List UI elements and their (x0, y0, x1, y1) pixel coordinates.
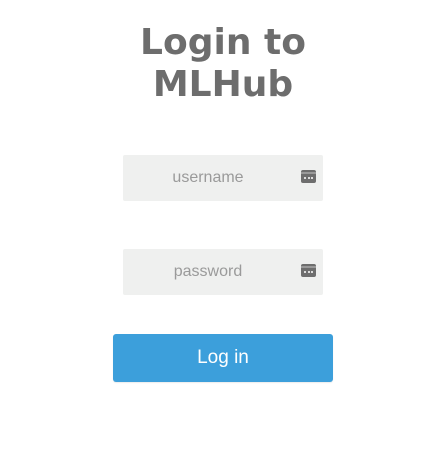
page-title: Login to MLHub (0, 22, 432, 106)
username-field-container (123, 155, 323, 201)
login-button[interactable]: Log in (113, 334, 333, 382)
page-title-line-2: MLHub (152, 64, 294, 105)
password-input[interactable] (123, 249, 323, 295)
username-input[interactable] (123, 155, 323, 201)
password-manager-icon[interactable] (301, 264, 316, 277)
password-manager-icon[interactable] (301, 170, 316, 183)
password-field-container (123, 249, 323, 295)
page-title-line-1: Login to (140, 22, 306, 63)
